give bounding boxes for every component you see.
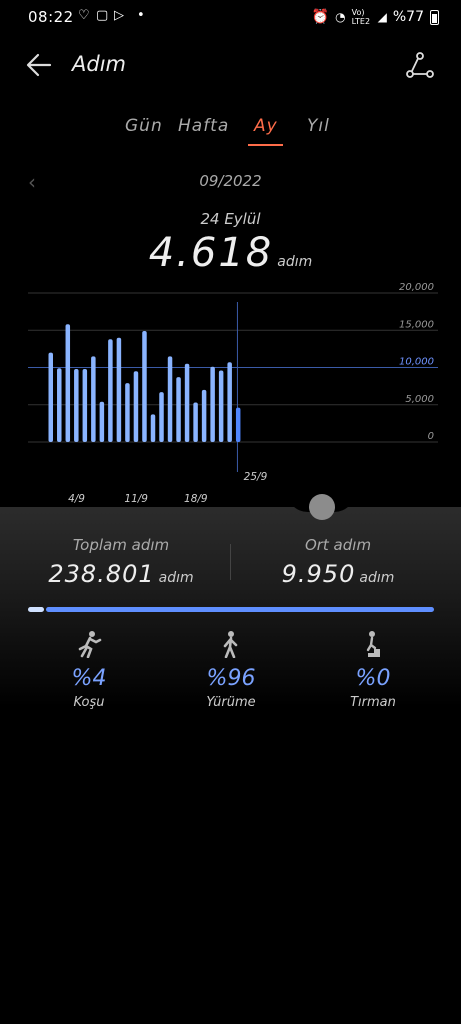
x-tick-label: 4/9 — [68, 493, 85, 505]
total-steps-label: Toplam adım — [72, 536, 170, 554]
bar — [167, 356, 173, 442]
y-tick-label: 10,000 — [399, 357, 434, 368]
bar — [235, 407, 241, 442]
steps-chart[interactable]: 20,000 15,000 10,000 5,000 0 4/9 11/9 18/9 25/9 — [0, 280, 461, 510]
wifi-icon: ◔ — [335, 10, 346, 24]
status-bar: 08:22 ♡ ▢ ▷ • ⏰ ◔ Vo) LTE2 ◢ %77 — [0, 0, 461, 34]
climbing-percentage: %0 — [355, 666, 391, 691]
y-tick-label: 5,000 — [405, 394, 434, 405]
total-steps-value: 238.801 adım — [6, 560, 236, 588]
dot-icon: • — [137, 8, 145, 23]
status-time: 08:22 — [28, 8, 74, 26]
selected-date: 24 Eylül — [200, 210, 261, 228]
page-title: Adım — [72, 52, 126, 76]
running-icon — [78, 631, 102, 658]
running-label: Koşu — [73, 695, 105, 710]
stairs-icon — [362, 631, 380, 657]
tab-week[interactable]: Hafta — [178, 116, 229, 136]
play-icon: ▷ — [114, 8, 124, 23]
selected-value: 4.618 adım — [0, 230, 461, 276]
bar — [193, 402, 198, 442]
bar — [116, 337, 122, 442]
battery-label: %77 — [392, 9, 424, 25]
selected-unit: adım — [277, 254, 313, 270]
heart-icon: ♡ — [78, 8, 90, 23]
bar — [184, 363, 190, 442]
app-icon: ▢ — [96, 8, 109, 23]
battery-icon — [430, 9, 439, 25]
bar — [82, 368, 88, 442]
bar — [74, 368, 79, 442]
average-steps-value: 9.950 adım — [223, 560, 453, 588]
y-tick-label: 15,000 — [399, 319, 434, 330]
bar — [91, 356, 96, 442]
average-steps-unit: adım — [359, 570, 395, 586]
x-tick-label: 11/9 — [124, 493, 148, 505]
climbing-label: Tırman — [350, 695, 396, 710]
average-steps-number: 9.950 — [281, 560, 356, 588]
progress-walking-segment — [46, 607, 434, 612]
bar — [65, 324, 71, 442]
progress-running-segment — [28, 607, 44, 612]
bar — [227, 362, 232, 442]
chart-scrubber-handle[interactable] — [309, 494, 335, 520]
activity-walking: %96 Yürüme — [171, 630, 291, 710]
bar — [48, 352, 53, 442]
signal-icon: ◢ — [377, 10, 387, 24]
walking-icon — [223, 631, 238, 658]
x-tick-label: 25/9 — [244, 471, 268, 483]
average-steps-label: Ort adım — [304, 536, 372, 554]
tab-year[interactable]: Yıl — [307, 116, 330, 136]
y-tick-label: 20,000 — [399, 282, 434, 293]
activity-running: %4 Koşu — [29, 630, 149, 710]
network-label: Vo) LTE2 — [351, 8, 371, 26]
walking-label: Yürüme — [206, 695, 256, 710]
period-tabs: Gün Hafta Ay Yıl — [0, 116, 461, 152]
tab-month[interactable]: Ay — [254, 116, 278, 136]
walking-percentage: %96 — [206, 666, 256, 691]
bar — [210, 366, 215, 442]
bar — [133, 371, 139, 442]
y-tick-label: 0 — [428, 431, 434, 442]
activity-progress-bar — [28, 607, 434, 613]
bar — [150, 414, 156, 442]
bar — [57, 368, 62, 442]
bar — [125, 383, 130, 442]
bar — [159, 392, 164, 442]
alarm-icon: ⏰ — [311, 9, 330, 25]
bar — [142, 330, 147, 442]
bar — [176, 377, 181, 442]
total-steps-number: 238.801 — [48, 560, 155, 588]
total-steps-unit: adım — [158, 570, 194, 586]
bar — [218, 370, 224, 442]
bar — [201, 389, 207, 442]
x-tick-label: 18/9 — [184, 493, 208, 505]
active-tab-indicator — [248, 144, 283, 146]
selected-steps: 4.618 — [148, 230, 274, 276]
share-icon[interactable] — [404, 50, 434, 80]
activity-climbing: %0 Tırman — [313, 630, 433, 710]
bar — [99, 401, 105, 442]
bar — [108, 339, 113, 442]
running-percentage: %4 — [71, 666, 107, 691]
tab-day[interactable]: Gün — [125, 116, 163, 136]
back-arrow-icon[interactable] — [24, 50, 54, 80]
month-label: 09/2022 — [199, 172, 262, 190]
